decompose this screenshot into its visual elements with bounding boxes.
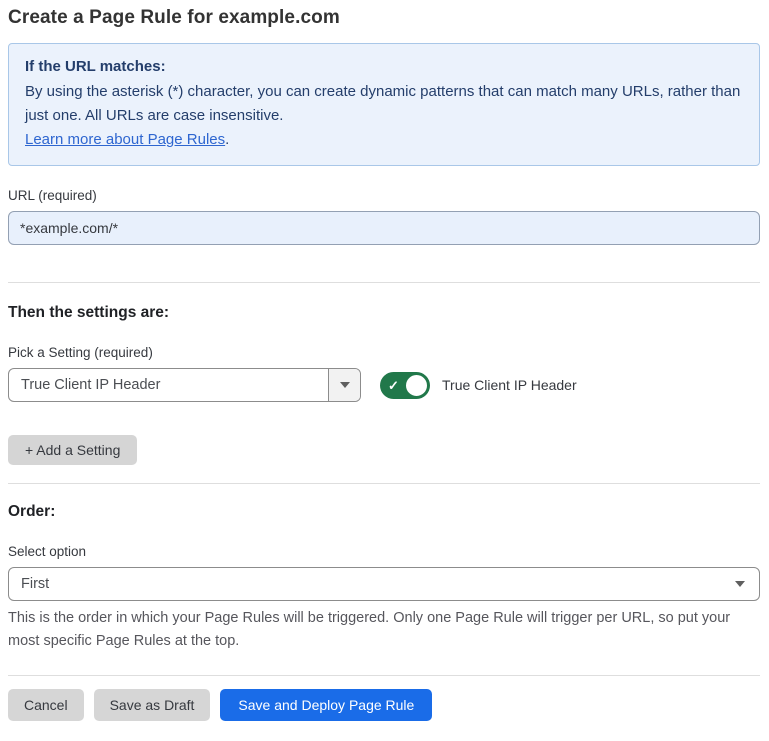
url-field-label: URL (required) <box>8 188 760 203</box>
order-help-text: This is the order in which your Page Rul… <box>8 607 753 653</box>
order-select-caret-wrap <box>735 568 759 600</box>
save-draft-button[interactable]: Save as Draft <box>94 689 211 721</box>
settings-section-heading: Then the settings are: <box>8 304 760 322</box>
select-option-label: Select option <box>8 544 760 559</box>
chevron-down-icon <box>735 581 745 587</box>
footer-actions: Cancel Save as Draft Save and Deploy Pag… <box>8 689 760 721</box>
order-select-value: First <box>9 568 735 600</box>
divider <box>8 282 760 283</box>
create-page-rule-form: Create a Page Rule for example.com If th… <box>0 0 769 741</box>
check-icon: ✓ <box>388 379 399 392</box>
page-title: Create a Page Rule for example.com <box>8 7 760 29</box>
order-section-heading: Order: <box>8 503 760 521</box>
setting-row: True Client IP Header ✓ True Client IP H… <box>8 368 760 402</box>
info-box-body: By using the asterisk (*) character, you… <box>25 80 743 128</box>
url-match-info-box: If the URL matches: By using the asteris… <box>8 43 760 166</box>
toggle-knob <box>405 374 428 397</box>
setting-toggle[interactable]: ✓ <box>380 372 430 399</box>
setting-select-arrow-button[interactable] <box>328 369 360 401</box>
divider <box>8 675 760 676</box>
info-box-link-line: Learn more about Page Rules. <box>25 128 743 152</box>
url-input[interactable] <box>8 211 760 245</box>
setting-select[interactable]: True Client IP Header <box>8 368 361 402</box>
order-select[interactable]: First <box>8 567 760 601</box>
add-setting-button[interactable]: + Add a Setting <box>8 435 137 465</box>
toggle-label: True Client IP Header <box>442 377 577 393</box>
pick-setting-label: Pick a Setting (required) <box>8 345 760 360</box>
link-suffix: . <box>225 131 229 148</box>
info-box-heading: If the URL matches: <box>25 55 743 79</box>
divider <box>8 483 760 484</box>
cancel-button[interactable]: Cancel <box>8 689 84 721</box>
save-deploy-button[interactable]: Save and Deploy Page Rule <box>220 689 432 721</box>
chevron-down-icon <box>340 382 350 388</box>
learn-more-link[interactable]: Learn more about Page Rules <box>25 131 225 148</box>
setting-select-value: True Client IP Header <box>9 369 328 401</box>
